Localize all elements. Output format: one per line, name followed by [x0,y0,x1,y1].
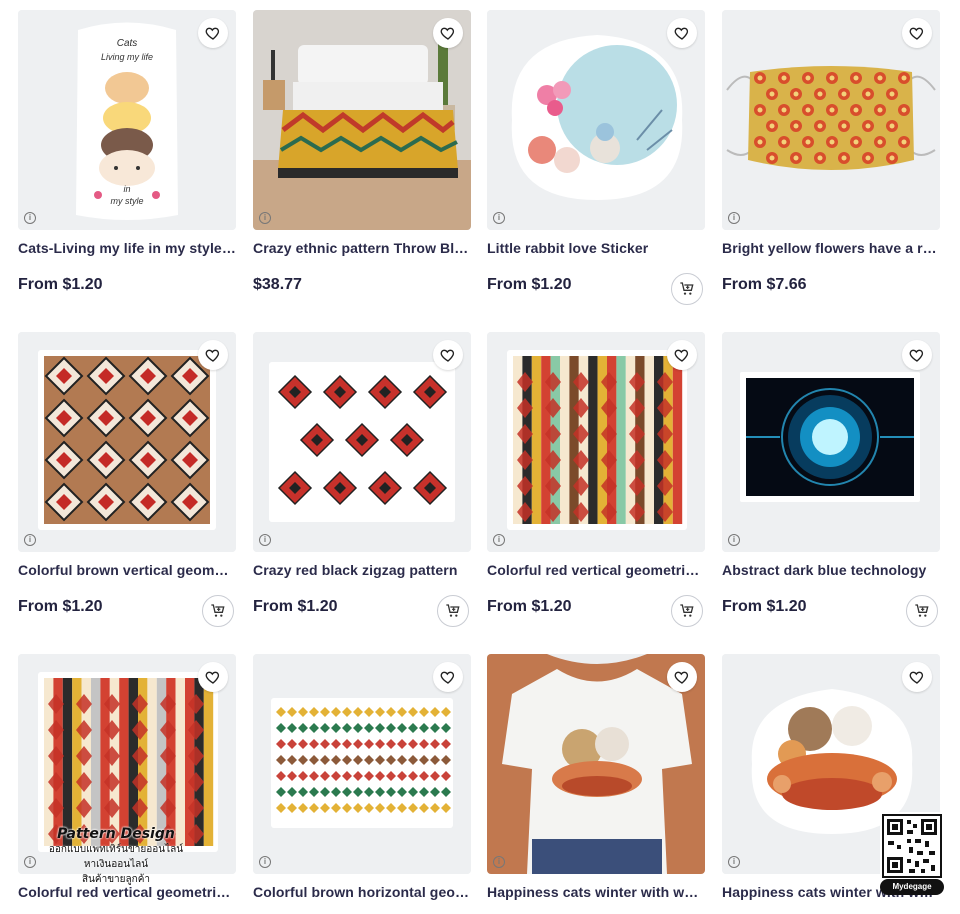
product-image[interactable]: Cats Living my life in my style i [18,10,236,230]
product-card[interactable]: i Happiness cats winter with warm clothes [487,654,705,902]
product-card[interactable]: i Colorful brown vertical geometric patte… [18,332,236,627]
heart-icon[interactable] [198,662,228,692]
product-title[interactable]: Cats-Living my life in my style Sticker [18,240,236,258]
heart-icon[interactable] [667,340,697,370]
product-card[interactable]: Cats Living my life in my style i Cats-Li… [18,10,236,294]
watermark-line3: สินค้าขายลูกค้า [81,874,151,885]
product-image[interactable]: i [253,332,471,552]
product-image[interactable]: i [487,332,705,552]
product-card[interactable]: i Colorful red vertical geometric pattern… [487,332,705,627]
product-title[interactable]: Crazy red black zigzag pattern [253,562,471,580]
heart-icon[interactable] [667,18,697,48]
watermark-line1: ออกแบบแพทเทิร์นขายออนไลน์ [48,844,184,855]
product-image[interactable]: i [722,332,940,552]
cart-icon[interactable] [671,595,703,627]
info-icon[interactable]: i [728,212,740,224]
heart-icon[interactable] [667,662,697,692]
watermark-title: Pattern Design [57,826,175,842]
product-card[interactable]: i Little rabbit love Sticker From $1.20 [487,10,705,305]
product-image[interactable]: i [722,10,940,230]
info-icon[interactable]: i [259,212,271,224]
info-icon[interactable]: i [259,534,271,546]
info-icon[interactable]: i [24,534,36,546]
product-title[interactable]: Crazy ethnic pattern Throw Blanket [253,240,471,258]
qr-code-icon [880,812,944,882]
product-image[interactable]: i [253,10,471,230]
product-card[interactable]: i Colorful brown horizontal geometric pat… [253,654,471,902]
product-title[interactable]: Little rabbit love Sticker [487,240,705,258]
heart-icon[interactable] [198,18,228,48]
svg-text:in: in [123,184,130,194]
product-price: From $7.66 [722,276,807,293]
product-card[interactable]: i Abstract dark blue technology From $1.20 [722,332,940,627]
product-title[interactable]: Colorful brown vertical geometric patter… [18,562,236,580]
info-icon[interactable]: i [24,212,36,224]
qr-badge-label: Mydegage [880,879,944,895]
info-icon[interactable]: i [493,534,505,546]
info-icon[interactable]: i [728,856,740,868]
svg-text:Living my life: Living my life [101,52,153,62]
cart-icon[interactable] [906,595,938,627]
product-image[interactable]: i [18,332,236,552]
product-title[interactable]: Abstract dark blue technology [722,562,940,580]
cart-icon[interactable] [202,595,234,627]
info-icon[interactable]: i [493,212,505,224]
product-card[interactable]: i Crazy red black zigzag pattern From $1.2… [253,332,471,627]
product-title[interactable]: Colorful brown horizontal geometric patt… [253,884,471,902]
heart-icon[interactable] [902,18,932,48]
product-image[interactable]: i [487,10,705,230]
svg-text:Cats: Cats [117,38,138,49]
info-icon[interactable]: i [24,856,36,868]
cart-icon[interactable] [671,273,703,305]
heart-icon[interactable] [433,340,463,370]
product-card[interactable]: i Bright yellow flowers have a red center… [722,10,940,294]
product-title[interactable]: Bright yellow flowers have a red center … [722,240,940,258]
product-card[interactable]: i Crazy ethnic pattern Throw Blanket $38.7… [253,10,471,294]
product-title[interactable]: Colorful red vertical geometric pattern [487,562,705,580]
product-image[interactable]: i [253,654,471,874]
heart-icon[interactable] [198,340,228,370]
cart-icon[interactable] [437,595,469,627]
svg-text:my style: my style [110,196,143,206]
watermark-line2: หาเงินออนไลน์ [83,859,149,870]
heart-icon[interactable] [433,662,463,692]
info-icon[interactable]: i [493,856,505,868]
heart-icon[interactable] [902,662,932,692]
product-image[interactable]: i [487,654,705,874]
heart-icon[interactable] [902,340,932,370]
product-price: From $1.20 [18,276,103,293]
product-price: $38.77 [253,276,302,293]
watermark: Pattern Design ออกแบบแพทเทิร์นขายออนไลน์… [46,826,186,887]
info-icon[interactable]: i [259,856,271,868]
heart-icon[interactable] [433,18,463,48]
info-icon[interactable]: i [728,534,740,546]
product-title[interactable]: Happiness cats winter with warm clothes [487,884,705,902]
